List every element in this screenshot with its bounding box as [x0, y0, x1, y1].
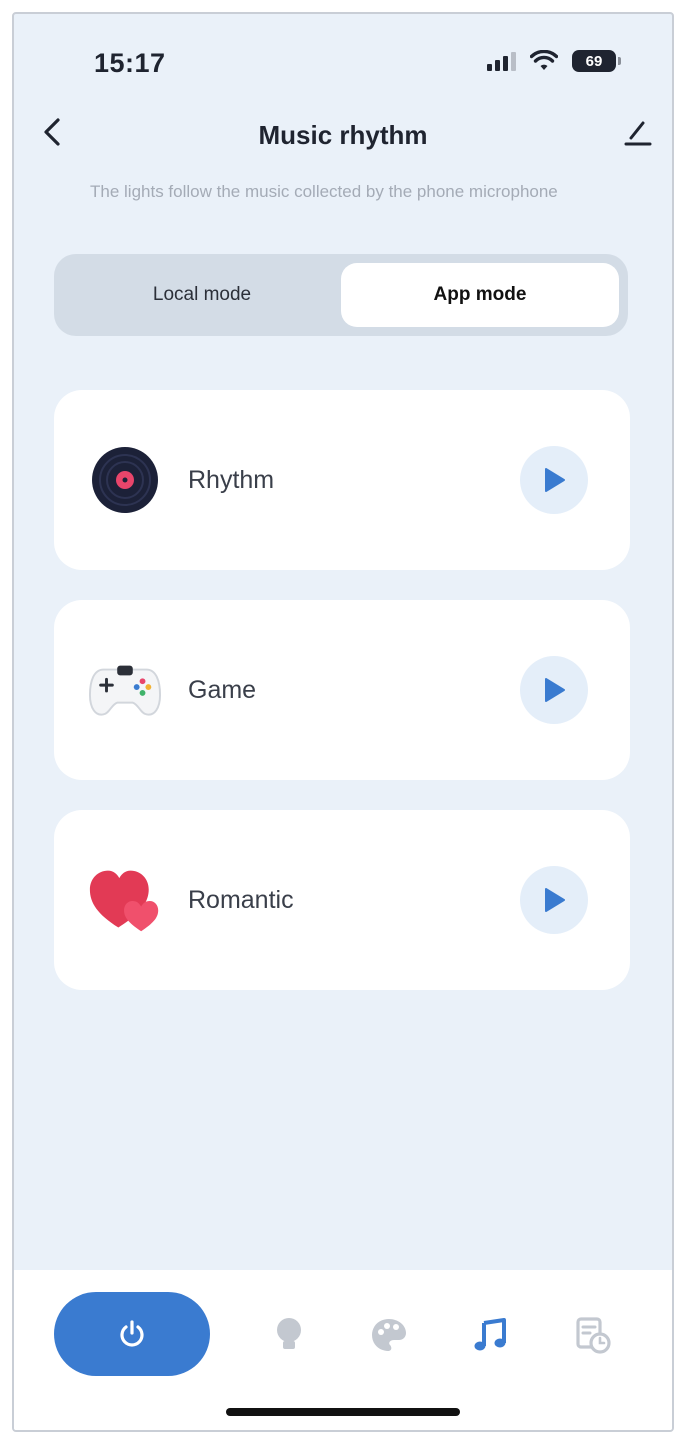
- page-title: Music rhythm: [258, 120, 428, 150]
- status-time: 15:17: [94, 48, 166, 78]
- nav-bulb[interactable]: [264, 1310, 314, 1360]
- tab-app-mode[interactable]: App mode: [341, 263, 619, 327]
- scene-label: Rhythm: [188, 465, 275, 494]
- bulb-icon: [277, 1318, 301, 1349]
- play-icon: [545, 678, 565, 702]
- scene-label: Game: [188, 675, 257, 704]
- battery-icon: 69: [572, 50, 621, 72]
- scene-label: Romantic: [188, 885, 294, 914]
- mode-switch: Local mode App mode: [54, 254, 628, 336]
- header: Music rhythm: [14, 106, 672, 166]
- palette-icon: [372, 1319, 406, 1351]
- power-button[interactable]: [54, 1292, 210, 1376]
- page-description: The lights follow the music collected by…: [90, 182, 558, 201]
- status-bar: 15:17 69: [14, 14, 672, 104]
- phone-screen: 15:17 69 Music rhythm The lights follow …: [12, 12, 674, 1432]
- battery-level: 69: [585, 52, 603, 70]
- nav-palette[interactable]: [364, 1310, 414, 1360]
- gamepad-icon: [88, 653, 162, 727]
- bottom-nav: [14, 1270, 672, 1430]
- music-note-icon: [474, 1318, 506, 1351]
- vinyl-record-icon: [88, 443, 162, 517]
- play-button-game[interactable]: [520, 656, 588, 724]
- home-indicator: [226, 1408, 460, 1416]
- cellular-signal-icon: [487, 51, 516, 71]
- pencil-icon: [624, 121, 652, 146]
- play-button-romantic[interactable]: [520, 866, 588, 934]
- nav-music[interactable]: [466, 1310, 516, 1360]
- scene-card-rhythm[interactable]: Rhythm: [54, 390, 630, 570]
- play-icon: [545, 888, 565, 912]
- power-icon: [120, 1320, 144, 1347]
- nav-schedule[interactable]: [568, 1310, 618, 1360]
- schedule-icon: [576, 1317, 611, 1354]
- heart-icon: [88, 863, 162, 937]
- play-button-rhythm[interactable]: [520, 446, 588, 514]
- tab-local-mode[interactable]: Local mode: [63, 263, 341, 327]
- play-icon: [545, 468, 565, 492]
- edit-button[interactable]: [618, 112, 658, 152]
- scene-card-game[interactable]: Game: [54, 600, 630, 780]
- status-icons: 69: [487, 50, 621, 72]
- scene-card-romantic[interactable]: Romantic: [54, 810, 630, 990]
- wifi-icon: [530, 50, 558, 70]
